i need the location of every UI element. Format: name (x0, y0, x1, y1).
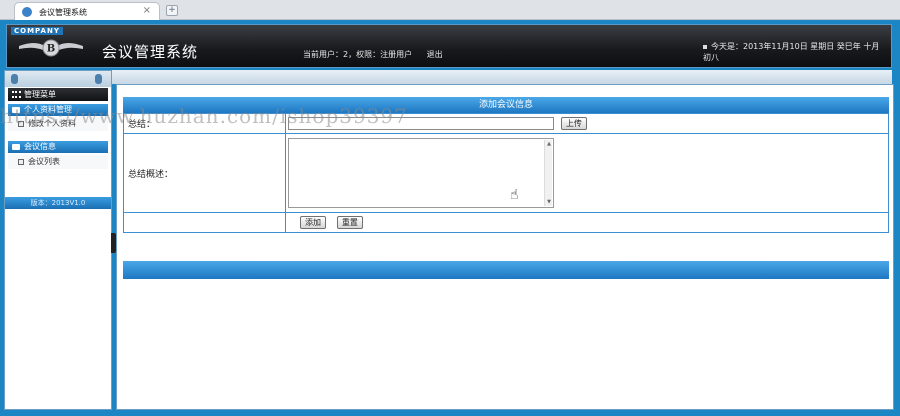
sidebar-item-meeting-list[interactable]: 会议列表 (8, 155, 108, 169)
document-icon (18, 159, 24, 165)
sidebar-top-bar (5, 71, 111, 87)
menu-title-label: 管理菜单 (24, 90, 56, 99)
actions-label-cell (123, 212, 286, 233)
add-meeting-form: 总结： 上传 总结概述： ▲ ▼ ☝ 添加 重置 (123, 113, 889, 233)
browser-tab-title: 会议管理系统 (39, 8, 87, 17)
description-label: 总结概述： (123, 133, 286, 213)
hand-cursor-icon: ☝ (510, 187, 519, 203)
app-header: COMPANY B 会议管理系统 当前用户：2，权限：注册用户 退出 今天是：2… (6, 24, 892, 68)
folder-icon (12, 144, 20, 150)
sidebar-group-meetings[interactable]: 会议信息 (8, 141, 108, 153)
main-content: 添加会议信息 总结： 上传 总结概述： ▲ ▼ ☝ 添加 重置 (116, 84, 894, 410)
svg-text:B: B (47, 44, 55, 55)
watermark-text: https://www.huzhan.com/ishop39397 (0, 104, 408, 128)
close-icon[interactable]: × (143, 5, 151, 16)
current-user-text: 当前用户：2，权限：注册用户 (303, 50, 413, 59)
form-row-actions: 添加 重置 (123, 212, 889, 233)
new-tab-button[interactable]: + (166, 5, 178, 16)
add-button[interactable]: 添加 (300, 216, 326, 229)
upload-button[interactable]: 上传 (560, 117, 587, 130)
description-textarea[interactable]: ▲ ▼ ☝ (288, 138, 554, 208)
version-label: 版本：2013V1.0 (5, 197, 111, 209)
pin-icon (11, 74, 18, 84)
logout-link[interactable]: 退出 (427, 50, 443, 59)
textarea-scrollbar[interactable]: ▲ ▼ (544, 140, 552, 206)
bullet-icon (703, 44, 707, 49)
scroll-up-icon[interactable]: ▲ (546, 141, 552, 147)
pin-icon (95, 74, 102, 84)
grid-icon (12, 91, 21, 98)
app-title: 会议管理系统 (102, 43, 199, 61)
actions-cell: 添加 重置 (285, 212, 889, 233)
browser-tab-strip: 会议管理系统 × + (0, 0, 900, 20)
form-footer-bar (123, 261, 889, 279)
date-text: 今天是：2013年11月10日 星期日 癸巳年 十月初八 (703, 42, 880, 62)
form-row-description: 总结概述： ▲ ▼ ☝ (123, 133, 889, 213)
menu-title: 管理菜单 (8, 88, 108, 101)
company-badge: COMPANY (11, 27, 63, 35)
browser-tab[interactable]: 会议管理系统 × (14, 2, 160, 20)
reset-button[interactable]: 重置 (336, 216, 363, 229)
sidebar-item-label: 会议列表 (28, 157, 60, 166)
date-info: 今天是：2013年11月10日 星期日 癸巳年 十月初八 (703, 41, 887, 63)
winged-logo-icon: B (19, 39, 83, 57)
favicon-icon (22, 7, 32, 17)
app-frame: COMPANY B 会议管理系统 当前用户：2，权限：注册用户 退出 今天是：2… (0, 20, 900, 416)
sidebar-group-label: 会议信息 (24, 142, 56, 151)
user-info: 当前用户：2，权限：注册用户 退出 (303, 49, 443, 60)
scroll-down-icon[interactable]: ▼ (546, 199, 552, 205)
description-cell: ▲ ▼ ☝ (285, 133, 889, 213)
top-toolbar (6, 70, 892, 84)
